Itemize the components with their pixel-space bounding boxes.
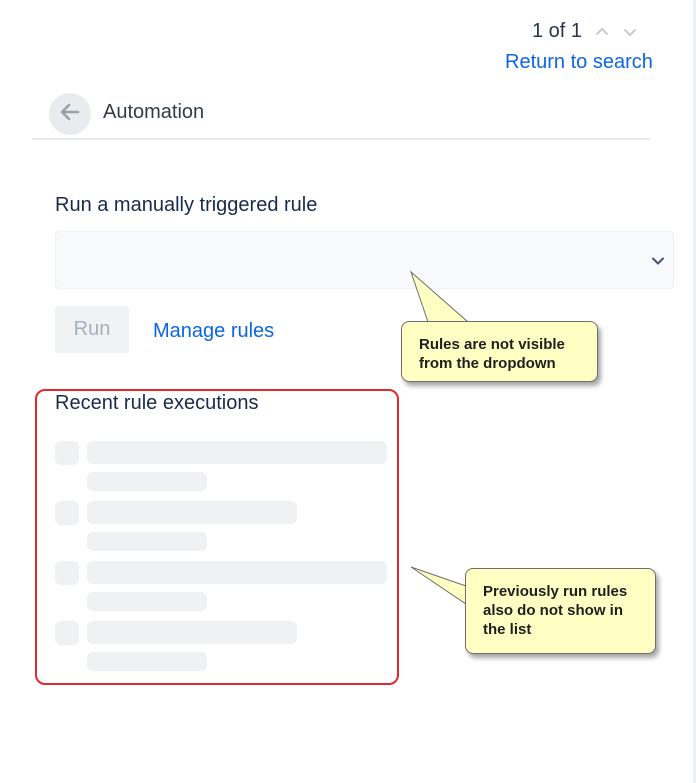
annotation-note-list: Previously run rules also do not show in… [465, 568, 656, 654]
note-line: Rules are not visible [419, 336, 565, 353]
note-line: from the dropdown [419, 355, 556, 372]
note-line: the list [483, 621, 532, 638]
annotation-note-dropdown: Rules are not visible from the dropdown [401, 321, 598, 382]
note-line: Previously run rules [483, 583, 628, 600]
callout-pointers [409, 270, 470, 605]
note-line: also do not show in [483, 602, 623, 619]
